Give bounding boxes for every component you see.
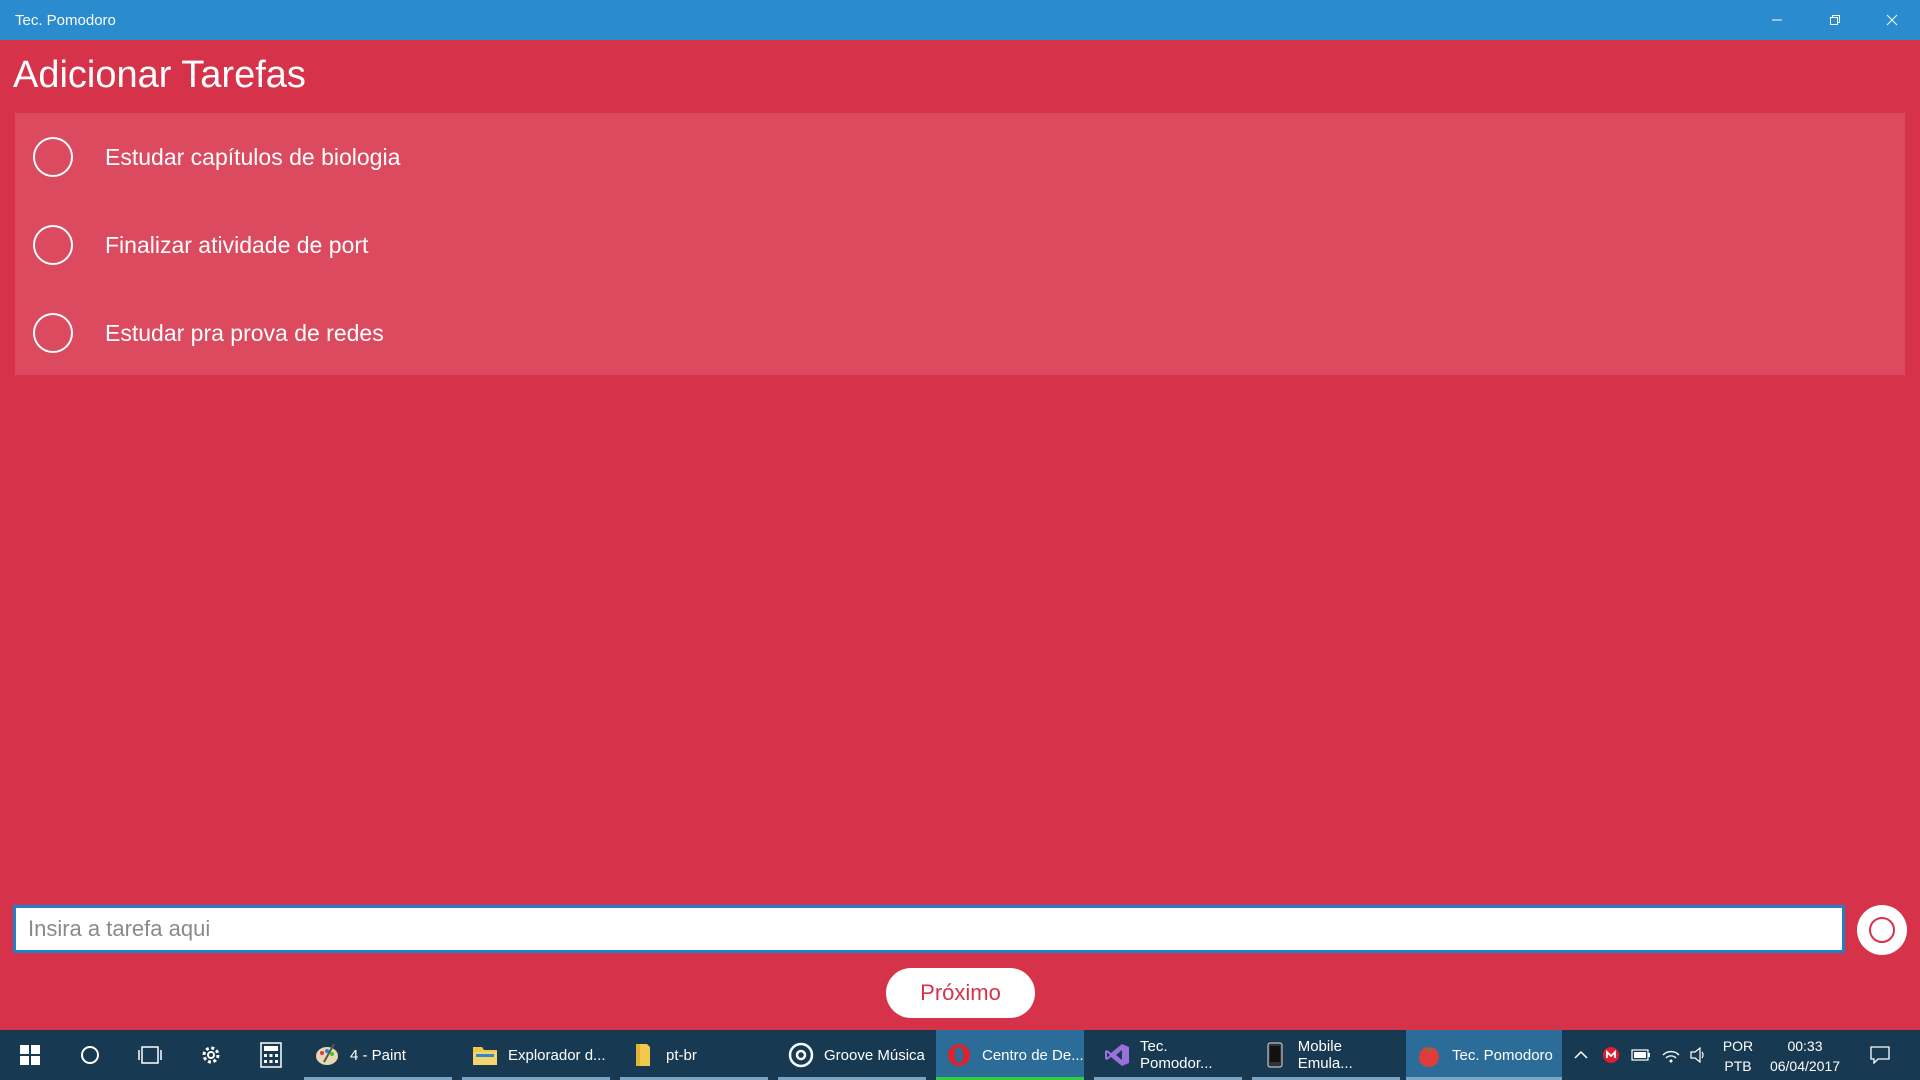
taskbar-app-groove[interactable]: Groove Música bbox=[778, 1030, 926, 1080]
taskbar-app-visual-studio[interactable]: Tec. Pomodor... bbox=[1094, 1030, 1242, 1080]
cortana-button[interactable] bbox=[62, 1030, 118, 1080]
calculator-button[interactable] bbox=[243, 1030, 299, 1080]
chevron-up-icon bbox=[1574, 1050, 1588, 1059]
taskbar-app-label: Explorador d... bbox=[508, 1046, 606, 1064]
task-checkbox[interactable] bbox=[33, 313, 73, 353]
minimize-button[interactable] bbox=[1748, 0, 1805, 40]
tray-battery[interactable] bbox=[1628, 1030, 1654, 1080]
gear-icon bbox=[202, 1046, 220, 1064]
calculator-icon bbox=[260, 1042, 282, 1068]
taskbar-app-paint[interactable]: 4 - Paint bbox=[304, 1030, 452, 1080]
taskbar-app-folder[interactable]: pt-br bbox=[620, 1030, 768, 1080]
window-title: Tec. Pomodoro bbox=[15, 12, 116, 29]
visual-studio-icon bbox=[1104, 1042, 1130, 1068]
task-checkbox[interactable] bbox=[33, 137, 73, 177]
phone-icon bbox=[1262, 1042, 1288, 1068]
keyboard-layout: PTB bbox=[1724, 1058, 1752, 1074]
taskbar-app-label: Tec. Pomodor... bbox=[1140, 1038, 1213, 1072]
taskbar-app-opera[interactable]: Centro de De... bbox=[936, 1030, 1084, 1080]
task-item[interactable]: Estudar capítulos de biologia bbox=[15, 113, 1905, 201]
taskbar-app-label: Groove Música bbox=[824, 1046, 925, 1064]
task-input[interactable] bbox=[13, 905, 1845, 953]
taskbar: 4 - Paint Explorador d... pt-br Groove M… bbox=[0, 1030, 1920, 1080]
task-label: Estudar pra prova de redes bbox=[105, 319, 384, 346]
clock-date: 06/04/2017 bbox=[1769, 1058, 1841, 1074]
taskbar-app-label: Centro de De... bbox=[982, 1046, 1084, 1064]
cortana-icon bbox=[81, 1046, 99, 1064]
taskbar-app-explorer[interactable]: Explorador d... bbox=[462, 1030, 610, 1080]
volume-icon bbox=[1690, 1047, 1704, 1063]
windows-icon bbox=[20, 1045, 40, 1065]
settings-button[interactable] bbox=[183, 1030, 239, 1080]
taskbar-app-emulator[interactable]: Mobile Emula... bbox=[1252, 1030, 1400, 1080]
mega-icon bbox=[1603, 1047, 1619, 1063]
taskbar-app-label: Tec. Pomodoro bbox=[1452, 1046, 1553, 1064]
restore-button[interactable] bbox=[1806, 0, 1863, 40]
restore-icon bbox=[1829, 15, 1840, 25]
task-label: Estudar capítulos de biologia bbox=[105, 143, 401, 170]
paint-icon bbox=[314, 1042, 340, 1068]
action-center-button[interactable] bbox=[1862, 1030, 1898, 1080]
close-button[interactable] bbox=[1863, 0, 1920, 40]
notification-icon bbox=[1870, 1046, 1890, 1064]
opera-icon bbox=[946, 1042, 972, 1068]
clock-time: 00:33 bbox=[1787, 1038, 1823, 1054]
add-task-button[interactable] bbox=[1857, 905, 1907, 955]
folder-icon bbox=[472, 1042, 498, 1068]
task-checkbox[interactable] bbox=[33, 225, 73, 265]
task-list: Estudar capítulos de biologia Finalizar … bbox=[15, 113, 1905, 375]
folder-icon bbox=[630, 1042, 656, 1068]
wifi-icon bbox=[1662, 1050, 1680, 1063]
circle-icon bbox=[1869, 917, 1895, 943]
battery-icon bbox=[1631, 1049, 1650, 1061]
task-label: Finalizar atividade de port bbox=[105, 231, 369, 258]
task-view-button[interactable] bbox=[122, 1030, 178, 1080]
tray-wifi[interactable] bbox=[1658, 1030, 1684, 1080]
minimize-icon bbox=[1771, 19, 1782, 21]
task-item[interactable]: Finalizar atividade de port bbox=[15, 201, 1905, 289]
tray-mail[interactable] bbox=[1598, 1030, 1624, 1080]
close-icon bbox=[1886, 14, 1897, 26]
taskbar-app-pomodoro[interactable]: Tec. Pomodoro bbox=[1406, 1030, 1562, 1080]
groove-icon bbox=[788, 1042, 814, 1068]
language-code: POR bbox=[1722, 1038, 1754, 1054]
page-title: Adicionar Tarefas bbox=[13, 54, 306, 96]
show-hidden-icons-button[interactable] bbox=[1568, 1030, 1594, 1080]
next-button[interactable]: Próximo bbox=[886, 968, 1035, 1018]
language-indicator[interactable]: POR PTB bbox=[1718, 1036, 1758, 1076]
clock[interactable]: 00:33 06/04/2017 bbox=[1760, 1036, 1850, 1076]
taskbar-app-label: 4 - Paint bbox=[350, 1046, 406, 1064]
taskbar-app-label: pt-br bbox=[666, 1046, 697, 1064]
start-button[interactable] bbox=[2, 1030, 58, 1080]
task-view-icon bbox=[138, 1046, 162, 1064]
title-bar: Tec. Pomodoro bbox=[0, 0, 1920, 40]
tray-volume[interactable] bbox=[1686, 1030, 1712, 1080]
tomato-icon bbox=[1416, 1042, 1442, 1068]
task-item[interactable]: Estudar pra prova de redes bbox=[15, 289, 1905, 377]
taskbar-app-label: Mobile Emula... bbox=[1297, 1038, 1353, 1072]
